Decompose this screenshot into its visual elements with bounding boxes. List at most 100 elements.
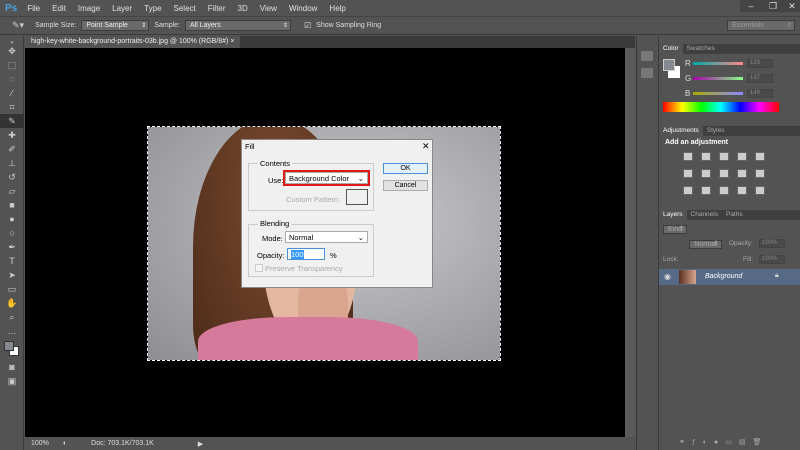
invert-icon[interactable] [683,186,693,195]
healing-tool-icon[interactable]: ✚ [0,128,24,142]
photo-filter-icon[interactable] [737,169,747,178]
kind-filter-select[interactable]: Kind [663,225,688,234]
type-tool-icon[interactable]: T [0,254,24,268]
hand-tool-icon[interactable]: ✋ [0,296,24,310]
hue-saturation-icon[interactable] [683,169,693,178]
menu-view[interactable]: View [260,4,277,13]
screen-mode-icon[interactable]: ▣ [0,374,24,388]
zoom-level[interactable]: 100% [31,440,49,447]
tab-color[interactable]: Color [659,44,683,54]
panel-icon-column [636,36,657,450]
r-value[interactable]: 133 [747,59,773,68]
stamp-tool-icon[interactable]: ⊥ [0,156,24,170]
visibility-eye-icon[interactable]: ◉ [664,272,671,281]
curves-icon[interactable] [719,152,729,161]
path-select-icon[interactable]: ➤ [0,268,24,282]
collapse-icon[interactable]: » [0,36,24,46]
eyedropper-tool-icon[interactable]: ✎ [0,114,24,128]
dialog-close-icon[interactable]: ✕ [422,141,430,152]
cancel-button[interactable]: Cancel [383,180,428,191]
sample-select[interactable]: All Layers [185,20,291,31]
lasso-tool-icon[interactable]: ◌ [0,72,24,86]
layer-row-background[interactable]: ◉ Background 🔒︎ [659,269,800,285]
levels-icon[interactable] [701,152,711,161]
gradient-map-icon[interactable] [755,186,765,195]
eraser-tool-icon[interactable]: ▱ [0,184,24,198]
selective-color-icon[interactable] [737,186,747,195]
foreground-color-swatch[interactable] [663,59,675,71]
ok-button[interactable]: OK [383,163,428,174]
document-tab[interactable]: high-key-white-background-portraits-03b.… [25,36,241,48]
close-tab-icon[interactable]: × [230,38,234,45]
tab-adjustments[interactable]: Adjustments [659,126,703,136]
channel-mixer-icon[interactable] [755,169,765,178]
vibrance-icon[interactable] [755,152,765,161]
menu-3d[interactable]: 3D [238,4,248,13]
tab-styles[interactable]: Styles [703,126,729,136]
r-slider[interactable] [693,62,743,65]
sample-size-select[interactable]: Point Sample [81,20,150,31]
posterize-icon[interactable] [701,186,711,195]
dodge-tool-icon[interactable]: ○ [0,226,24,240]
black-white-icon[interactable] [719,169,729,178]
opacity-input[interactable]: 100 [287,248,325,260]
tab-channels[interactable]: Channels [687,210,722,220]
marquee-tool-icon[interactable]: ⬚ [0,58,24,72]
brush-tool-icon[interactable]: ✐ [0,142,24,156]
g-value[interactable]: 137 [747,74,773,83]
tab-paths[interactable]: Paths [722,210,747,220]
history-brush-icon[interactable]: ↺ [0,170,24,184]
properties-panel-icon[interactable] [641,68,653,78]
gradient-tool-icon[interactable]: ■ [0,198,24,212]
blend-mode-select[interactable]: Normal [689,240,722,249]
more-tools-icon[interactable]: … [0,324,24,338]
restore-button[interactable]: ❐ [762,0,784,12]
quick-select-tool-icon[interactable]: ⁄ [0,86,24,100]
quick-mask-icon[interactable]: ◙ [0,360,24,374]
layer-name[interactable]: Background [705,273,742,280]
status-info-icon[interactable]: ◐ [63,440,67,447]
menu-type[interactable]: Type [144,4,161,13]
mode-select[interactable]: Normal ⌄ [285,231,368,243]
menu-help[interactable]: Help [329,4,345,13]
b-value[interactable]: 140 [747,89,773,98]
opacity-input[interactable]: 100% [759,239,785,248]
g-slider[interactable] [693,77,743,80]
tab-layers[interactable]: Layers [659,210,687,220]
tab-swatches[interactable]: Swatches [683,44,719,54]
vertical-scrollbar[interactable] [625,48,635,437]
fill-input[interactable]: 100% [759,255,785,264]
color-balance-icon[interactable] [701,169,711,178]
menu-layer[interactable]: Layer [112,4,132,13]
layers-footer-icons[interactable]: ⚭ƒ◐●▭▤🗑︎ [679,438,799,446]
eyedropper-icon[interactable]: ✎▾ [12,20,24,31]
pen-tool-icon[interactable]: ✒ [0,240,24,254]
exposure-icon[interactable] [737,152,747,161]
b-slider[interactable] [693,92,743,95]
minimize-button[interactable]: – [740,0,762,12]
menu-window[interactable]: Window [289,4,317,13]
color-ramp[interactable] [663,102,779,112]
use-select[interactable]: Background Color ⌄ [283,170,370,186]
threshold-icon[interactable] [719,186,729,195]
brightness-icon[interactable] [683,152,693,161]
sampling-ring-checkbox[interactable]: ☑ [304,21,311,30]
menu-image[interactable]: Image [78,4,100,13]
close-window-button[interactable]: ✕ [784,0,800,12]
menu-filter[interactable]: Filter [208,4,226,13]
workspace-select[interactable]: Essentials [727,20,795,31]
crop-tool-icon[interactable]: ⌗ [0,100,24,114]
preserve-transparency-checkbox[interactable] [255,264,263,272]
shape-tool-icon[interactable]: ▭ [0,282,24,296]
menu-file[interactable]: File [27,4,40,13]
menu-edit[interactable]: Edit [52,4,66,13]
layer-thumbnail [679,270,696,284]
zoom-tool-icon[interactable]: ⌕ [0,310,24,324]
menu-select[interactable]: Select [174,4,196,13]
status-menu-arrow-icon[interactable]: ▶ [198,440,203,448]
adjustments-heading: Add an adjustment [665,139,729,146]
blur-tool-icon[interactable]: ● [0,212,24,226]
history-panel-icon[interactable] [641,51,653,61]
move-tool-icon[interactable]: ✥ [0,44,24,58]
color-swatches[interactable] [0,338,24,360]
